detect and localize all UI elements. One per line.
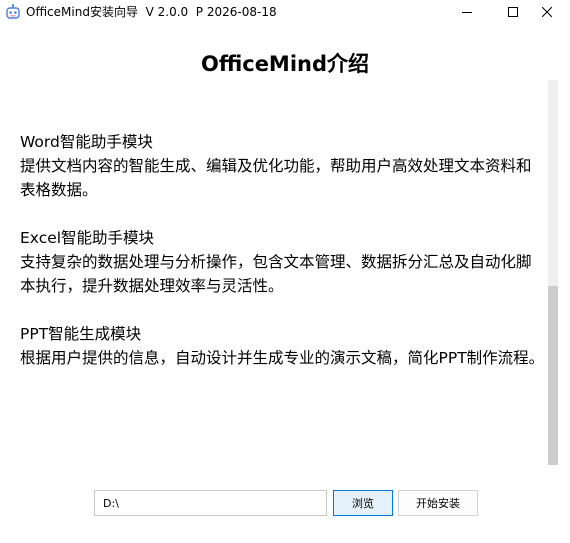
close-icon [542,7,552,17]
module-description: 支持复杂的数据处理与分析操作，包含文本管理、数据拆分汇总及自动化脚本执行，提升数… [20,253,532,295]
minimize-button[interactable] [444,0,490,24]
install-path-input[interactable] [94,490,327,516]
module-section-word: Word智能助手模块 提供文档内容的智能生成、编辑及优化功能，帮助用户高效处理文… [20,130,545,202]
vertical-scrollbar[interactable] [548,80,558,465]
app-version: V 2.0.0 [145,5,189,19]
maximize-icon [508,7,518,17]
module-section-ppt: PPT智能生成模块 根据用户提供的信息，自动设计并生成专业的演示文稿，简化PPT… [20,322,545,370]
module-title: PPT智能生成模块 [20,325,142,343]
module-title: Word智能助手模块 [20,133,153,151]
minimize-icon [462,12,472,13]
browse-button[interactable]: 浏览 [333,490,393,516]
module-section-excel: Excel智能助手模块 支持复杂的数据处理与分析操作，包含文本管理、数据拆分汇总… [20,226,545,298]
module-description-list: Word智能助手模块 提供文档内容的智能生成、编辑及优化功能，帮助用户高效处理文… [20,130,545,394]
app-robot-icon [5,4,21,20]
app-name: OfficeMind安装向导 [26,5,138,19]
module-title: Excel智能助手模块 [20,229,155,247]
close-button[interactable] [524,0,570,24]
scrollbar-thumb[interactable] [548,286,558,465]
build-date: P 2026-08-18 [195,5,277,19]
module-description: 提供文档内容的智能生成、编辑及优化功能，帮助用户高效处理文本资料和表格数据。 [20,157,532,199]
module-description: 根据用户提供的信息，自动设计并生成专业的演示文稿，简化PPT制作流程。 [20,349,545,367]
window-title: OfficeMind安装向导 V 2.0.0 P 2026-08-18 [26,4,277,20]
start-install-button[interactable]: 开始安装 [398,490,478,516]
page-title: OfficeMind介绍 [200,52,370,76]
title-bar: OfficeMind安装向导 V 2.0.0 P 2026-08-18 [0,0,570,24]
installer-window: OfficeMind安装向导 V 2.0.0 P 2026-08-18 Offi… [0,0,570,543]
